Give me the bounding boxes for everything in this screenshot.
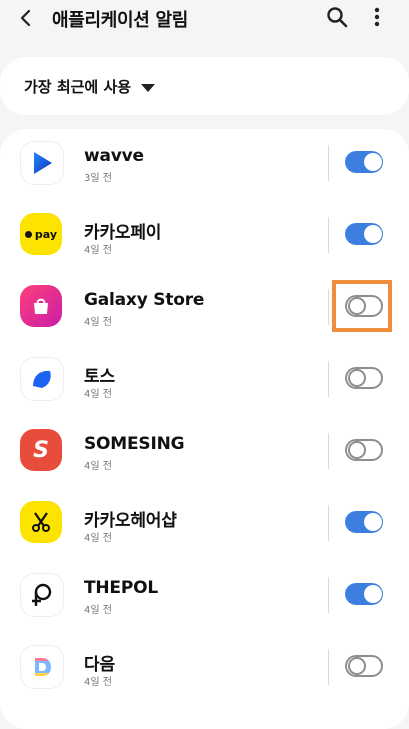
app-last-used: 3일 전: [84, 173, 112, 184]
app-name: 카카오페이: [84, 223, 162, 243]
somesing-icon: S: [20, 429, 62, 471]
divider: [328, 289, 329, 325]
app-name: 다음: [84, 655, 115, 675]
search-icon[interactable]: [324, 4, 350, 30]
toss-icon: [20, 357, 64, 401]
divider: [328, 649, 329, 685]
app-name: THEPOL: [84, 578, 158, 598]
notification-toggle[interactable]: [345, 655, 383, 677]
page-title: 애플리케이션 알림: [52, 10, 189, 31]
list-item[interactable]: Galaxy Store 4일 전: [0, 273, 409, 345]
list-item[interactable]: S SOMESING 4일 전: [0, 417, 409, 489]
list-item[interactable]: pay 카카오페이 4일 전: [0, 201, 409, 273]
app-last-used: 4일 전: [84, 605, 112, 616]
divider: [328, 433, 329, 469]
back-arrow-icon[interactable]: [14, 6, 38, 30]
wavve-icon: [20, 141, 64, 185]
divider: [328, 361, 329, 397]
notification-toggle[interactable]: [345, 151, 383, 173]
divider: [328, 145, 329, 181]
app-last-used: 4일 전: [84, 677, 112, 688]
app-name: 토스: [84, 367, 115, 387]
app-last-used: 4일 전: [84, 461, 112, 472]
divider: [328, 577, 329, 613]
app-last-used: 4일 전: [84, 317, 112, 328]
app-list: wavve 3일 전 pay 카카오페이 4일 전 Galaxy Store 4…: [0, 129, 409, 729]
kakaopay-icon-text: pay: [34, 227, 58, 241]
kakaopay-icon: pay: [20, 213, 62, 255]
kakao-hairshop-icon: [20, 501, 62, 543]
divider: [328, 505, 329, 541]
daum-icon: [20, 645, 64, 689]
notification-toggle[interactable]: [345, 295, 383, 317]
list-item[interactable]: THEPOL 4일 전: [0, 561, 409, 633]
galaxy-store-icon: [20, 285, 62, 327]
notification-toggle[interactable]: [345, 583, 383, 605]
notification-toggle[interactable]: [345, 511, 383, 533]
notification-toggle[interactable]: [345, 367, 383, 389]
list-item[interactable]: 다음 4일 전: [0, 633, 409, 705]
notification-toggle[interactable]: [345, 223, 383, 245]
app-name: SOMESING: [84, 434, 185, 454]
app-bar: 애플리케이션 알림: [0, 0, 409, 36]
app-name: wavve: [84, 146, 144, 166]
sort-dropdown[interactable]: 가장 최근에 사용: [24, 76, 156, 97]
app-last-used: 4일 전: [84, 389, 112, 400]
app-last-used: 4일 전: [84, 245, 112, 256]
list-item[interactable]: 카카오헤어샵 4일 전: [0, 489, 409, 561]
thepol-icon: [20, 573, 64, 617]
sort-label: 가장 최근에 사용: [24, 78, 132, 96]
app-last-used: 4일 전: [84, 533, 112, 544]
list-item[interactable]: wavve 3일 전: [0, 129, 409, 201]
caret-down-icon: [141, 83, 156, 92]
notification-toggle[interactable]: [345, 439, 383, 461]
list-item[interactable]: 토스 4일 전: [0, 345, 409, 417]
app-name: 카카오헤어샵: [84, 511, 177, 531]
app-name: Galaxy Store: [84, 290, 205, 310]
sort-card: 가장 최근에 사용: [0, 57, 409, 115]
divider: [328, 217, 329, 253]
more-vertical-icon[interactable]: [365, 4, 389, 30]
